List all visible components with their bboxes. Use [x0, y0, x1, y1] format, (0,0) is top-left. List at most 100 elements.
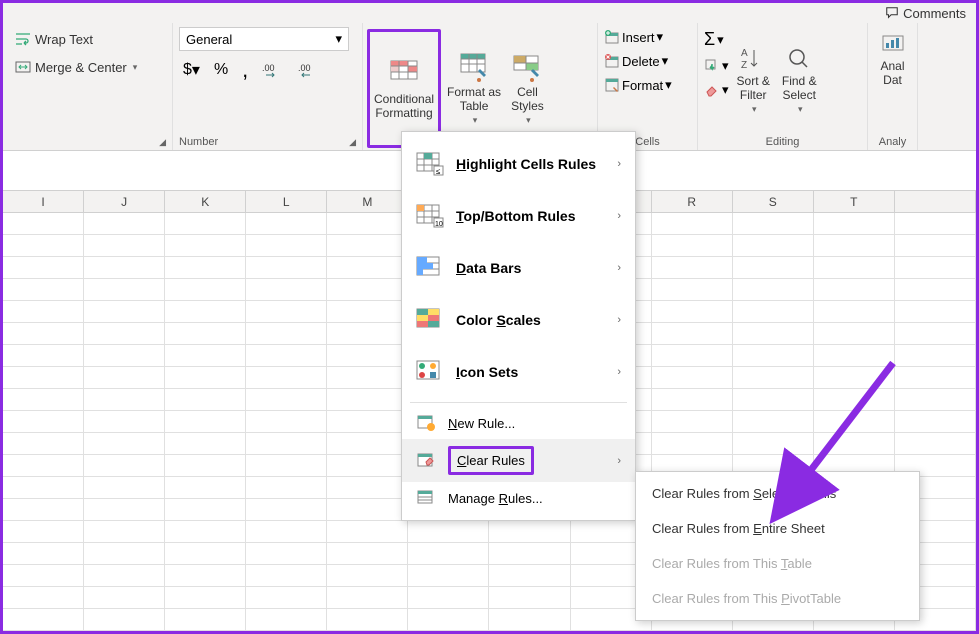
grid-cell[interactable] [165, 411, 246, 432]
grid-cell[interactable] [327, 499, 408, 520]
grid-cell[interactable] [246, 367, 327, 388]
grid-cell[interactable] [895, 345, 976, 366]
grid-cell[interactable] [733, 301, 814, 322]
grid-cell[interactable] [327, 543, 408, 564]
grid-cell[interactable] [327, 257, 408, 278]
merge-center-button[interactable]: Merge & Center ▾ [9, 55, 166, 79]
grid-cell[interactable] [165, 477, 246, 498]
grid-cell[interactable] [246, 301, 327, 322]
fill-button[interactable]: ▾ [704, 56, 729, 76]
comma-button[interactable]: , [238, 55, 252, 85]
color-scales-item[interactable]: Color Scales › [402, 294, 635, 346]
grid-cell[interactable] [84, 499, 165, 520]
grid-cell[interactable] [895, 433, 976, 454]
grid-cell[interactable] [84, 587, 165, 608]
grid-cell[interactable] [84, 565, 165, 586]
grid-cell[interactable] [246, 235, 327, 256]
grid-cell[interactable] [3, 323, 84, 344]
grid-cell[interactable] [895, 235, 976, 256]
increase-decimal-button[interactable]: .00 [258, 60, 288, 80]
grid-cell[interactable] [327, 609, 408, 630]
format-button[interactable]: Format▾ [604, 75, 691, 95]
grid-cell[interactable] [84, 235, 165, 256]
grid-cell[interactable] [84, 543, 165, 564]
grid-cell[interactable] [733, 345, 814, 366]
grid-cell[interactable] [895, 367, 976, 388]
grid-cell[interactable] [165, 257, 246, 278]
grid-cell[interactable] [733, 367, 814, 388]
grid-cell[interactable] [84, 257, 165, 278]
grid-cell[interactable] [246, 477, 327, 498]
autosum-button[interactable]: Σ▾ [704, 27, 724, 52]
grid-cell[interactable] [3, 609, 84, 630]
grid-cell[interactable] [814, 389, 895, 410]
grid-cell[interactable] [489, 587, 570, 608]
grid-cell[interactable] [408, 565, 489, 586]
col-header[interactable]: J [84, 191, 165, 212]
grid-cell[interactable] [84, 433, 165, 454]
grid-cell[interactable] [84, 279, 165, 300]
clear-rules-item[interactable]: Clear Rules › [402, 439, 635, 482]
grid-cell[interactable] [408, 543, 489, 564]
grid-cell[interactable] [165, 543, 246, 564]
grid-cell[interactable] [327, 433, 408, 454]
top-bottom-rules-item[interactable]: 10 Top/Bottom Rules › [402, 190, 635, 242]
grid-cell[interactable] [895, 301, 976, 322]
currency-button[interactable]: $▾ [179, 58, 204, 82]
grid-cell[interactable] [327, 565, 408, 586]
grid-cell[interactable] [489, 609, 570, 630]
grid-cell[interactable] [165, 565, 246, 586]
grid-cell[interactable] [652, 279, 733, 300]
grid-cell[interactable] [814, 323, 895, 344]
grid-cell[interactable] [3, 543, 84, 564]
grid-cell[interactable] [895, 279, 976, 300]
grid-cell[interactable] [246, 499, 327, 520]
grid-cell[interactable] [327, 455, 408, 476]
grid-cell[interactable] [165, 609, 246, 630]
grid-cell[interactable] [3, 235, 84, 256]
icon-sets-item[interactable]: Icon Sets › [402, 346, 635, 398]
grid-cell[interactable] [327, 213, 408, 234]
grid-cell[interactable] [246, 213, 327, 234]
grid-cell[interactable] [84, 213, 165, 234]
col-header[interactable]: R [652, 191, 733, 212]
col-header[interactable]: T [814, 191, 895, 212]
grid-cell[interactable] [327, 367, 408, 388]
grid-cell[interactable] [327, 323, 408, 344]
grid-cell[interactable] [165, 389, 246, 410]
grid-cell[interactable] [895, 213, 976, 234]
grid-cell[interactable] [814, 411, 895, 432]
clear-selected-cells-item[interactable]: Clear Rules from Selected Cells [636, 476, 919, 511]
grid-cell[interactable] [246, 389, 327, 410]
grid-cell[interactable] [733, 235, 814, 256]
grid-cell[interactable] [489, 565, 570, 586]
comments-button[interactable]: Comments [885, 6, 966, 21]
grid-cell[interactable] [895, 389, 976, 410]
grid-cell[interactable] [327, 587, 408, 608]
grid-cell[interactable] [327, 279, 408, 300]
grid-cell[interactable] [246, 455, 327, 476]
grid-cell[interactable] [165, 499, 246, 520]
grid-cell[interactable] [814, 301, 895, 322]
grid-cell[interactable] [165, 367, 246, 388]
grid-cell[interactable] [165, 323, 246, 344]
grid-cell[interactable] [652, 257, 733, 278]
grid-cell[interactable] [895, 257, 976, 278]
clear-entire-sheet-item[interactable]: Clear Rules from Entire Sheet [636, 511, 919, 546]
grid-cell[interactable] [246, 587, 327, 608]
grid-cell[interactable] [489, 521, 570, 542]
grid-cell[interactable] [652, 389, 733, 410]
grid-cell[interactable] [652, 323, 733, 344]
col-header[interactable] [895, 191, 976, 212]
insert-button[interactable]: Insert▾ [604, 27, 691, 47]
grid-cell[interactable] [246, 433, 327, 454]
grid-cell[interactable] [84, 323, 165, 344]
find-select-button[interactable]: Find & Select▾ [778, 27, 821, 134]
grid-cell[interactable] [3, 279, 84, 300]
grid-cell[interactable] [733, 389, 814, 410]
grid-cell[interactable] [652, 345, 733, 366]
grid-cell[interactable] [246, 565, 327, 586]
grid-cell[interactable] [3, 477, 84, 498]
grid-cell[interactable] [652, 411, 733, 432]
grid-cell[interactable] [814, 279, 895, 300]
